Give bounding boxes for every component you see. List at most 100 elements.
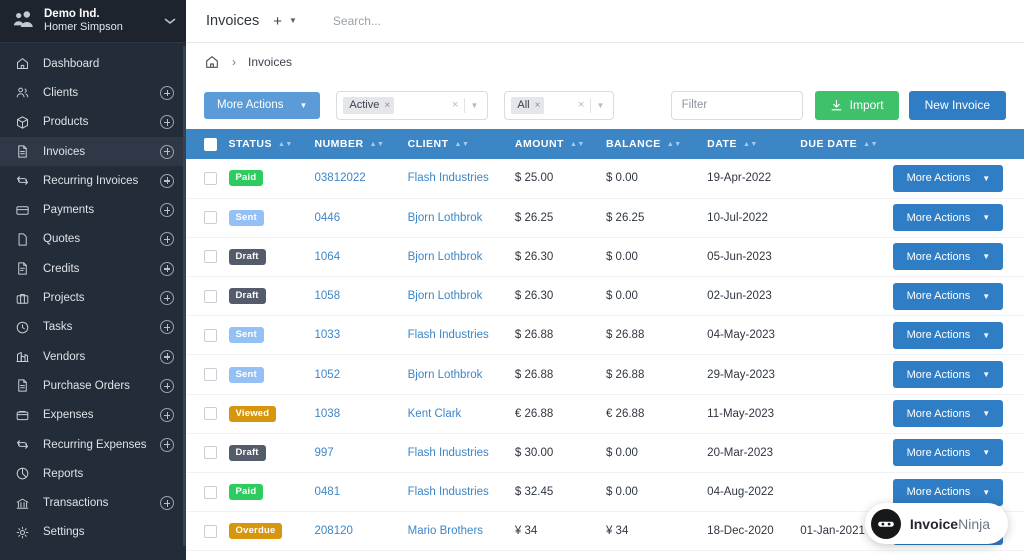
sort-icon[interactable]: ▲▼ bbox=[278, 141, 293, 148]
more-actions-button[interactable]: More Actions ▼ bbox=[204, 92, 320, 119]
import-button[interactable]: Import bbox=[815, 91, 899, 120]
row-more-actions-button[interactable]: More Actions▼ bbox=[893, 165, 1003, 192]
table-row[interactable]: Paid03812022Flash Industries$ 25.00$ 0.0… bbox=[186, 159, 1024, 198]
client-link[interactable]: Bjorn Lothbrok bbox=[408, 290, 483, 302]
row-checkbox[interactable] bbox=[204, 329, 217, 342]
status-filter-chip[interactable]: Active × bbox=[343, 97, 394, 114]
row-checkbox[interactable] bbox=[204, 368, 217, 381]
invoice-number-link[interactable]: 0446 bbox=[315, 212, 341, 224]
sidebar-account-switcher[interactable]: Demo Ind. Homer Simpson bbox=[0, 0, 186, 43]
sidebar-item-projects[interactable]: Projects bbox=[0, 283, 186, 312]
chevron-down-icon[interactable]: ▼ bbox=[289, 17, 297, 25]
column-header-number[interactable]: NUMBER▲▼ bbox=[315, 129, 408, 159]
row-checkbox[interactable] bbox=[204, 211, 217, 224]
sort-icon[interactable]: ▲▼ bbox=[570, 141, 585, 148]
plus-icon[interactable] bbox=[160, 496, 174, 510]
group-filter-chip[interactable]: All × bbox=[511, 97, 544, 114]
add-invoice-plus-icon[interactable]: + bbox=[273, 14, 282, 29]
filter-input[interactable] bbox=[671, 91, 803, 120]
home-icon[interactable] bbox=[204, 54, 220, 70]
row-more-actions-button[interactable]: More Actions▼ bbox=[893, 400, 1003, 427]
sidebar-item-purchase-orders[interactable]: Purchase Orders bbox=[0, 371, 186, 400]
invoice-number-link[interactable]: 997 bbox=[315, 447, 334, 459]
invoice-number-link[interactable]: 03812022 bbox=[315, 172, 366, 184]
chevron-down-icon[interactable]: ▼ bbox=[591, 101, 609, 110]
row-more-actions-button[interactable]: More Actions▼ bbox=[893, 361, 1003, 388]
chevron-down-icon[interactable] bbox=[164, 12, 178, 30]
sidebar-item-products[interactable]: Products bbox=[0, 108, 186, 137]
client-link[interactable]: Flash Industries bbox=[408, 329, 489, 341]
invoice-number-link[interactable]: 1052 bbox=[315, 369, 341, 381]
column-header-amount[interactable]: AMOUNT▲▼ bbox=[515, 129, 606, 159]
row-checkbox[interactable] bbox=[204, 407, 217, 420]
plus-icon[interactable] bbox=[160, 320, 174, 334]
client-link[interactable]: Flash Industries bbox=[408, 486, 489, 498]
invoice-number-link[interactable]: 208120 bbox=[315, 525, 353, 537]
client-link[interactable]: Kent Clark bbox=[408, 408, 462, 420]
sort-icon[interactable]: ▲▼ bbox=[667, 141, 682, 148]
column-header-balance[interactable]: BALANCE▲▼ bbox=[606, 129, 707, 159]
plus-icon[interactable] bbox=[160, 86, 174, 100]
sort-icon[interactable]: ▲▼ bbox=[863, 141, 878, 148]
plus-icon[interactable] bbox=[160, 115, 174, 129]
new-invoice-button[interactable]: New Invoice bbox=[909, 91, 1006, 120]
client-link[interactable]: Bjorn Lothbrok bbox=[408, 369, 483, 381]
row-more-actions-button[interactable]: More Actions▼ bbox=[893, 322, 1003, 349]
plus-icon[interactable] bbox=[160, 232, 174, 246]
plus-icon[interactable] bbox=[160, 408, 174, 422]
invoice-number-link[interactable]: 1033 bbox=[315, 329, 341, 341]
sort-icon[interactable]: ▲▼ bbox=[455, 141, 470, 148]
breadcrumb-current[interactable]: Invoices bbox=[248, 55, 292, 69]
sidebar-item-quotes[interactable]: Quotes bbox=[0, 225, 186, 254]
close-icon[interactable]: × bbox=[535, 100, 541, 111]
plus-icon[interactable] bbox=[160, 203, 174, 217]
column-header-status[interactable]: STATUS▲▼ bbox=[229, 129, 315, 159]
search-input[interactable] bbox=[333, 14, 593, 28]
client-link[interactable]: Mario Brothers bbox=[408, 525, 483, 537]
sidebar-item-payments[interactable]: Payments bbox=[0, 195, 186, 224]
status-filter-select[interactable]: Active × × ▼ bbox=[336, 91, 488, 120]
sidebar-item-reports[interactable]: Reports bbox=[0, 459, 186, 488]
sidebar-item-settings[interactable]: Settings bbox=[0, 518, 186, 547]
plus-icon[interactable] bbox=[160, 438, 174, 452]
sidebar-item-recurring-expenses[interactable]: Recurring Expenses bbox=[0, 430, 186, 459]
plus-icon[interactable] bbox=[160, 350, 174, 364]
table-row[interactable]: Draft997Flash Industries$ 30.00$ 0.0020-… bbox=[186, 433, 1024, 472]
plus-icon[interactable] bbox=[160, 262, 174, 276]
invoice-number-link[interactable]: 1038 bbox=[315, 408, 341, 420]
table-row[interactable]: Sent0446Bjorn Lothbrok$ 26.25$ 26.2510-J… bbox=[186, 198, 1024, 237]
sidebar-item-expenses[interactable]: Expenses bbox=[0, 401, 186, 430]
invoice-number-link[interactable]: 1058 bbox=[315, 290, 341, 302]
sidebar-item-vendors[interactable]: Vendors bbox=[0, 342, 186, 371]
client-link[interactable]: Flash Industries bbox=[408, 172, 489, 184]
invoice-number-link[interactable]: 0481 bbox=[315, 486, 341, 498]
column-header-client[interactable]: CLIENT▲▼ bbox=[408, 129, 515, 159]
sidebar-item-dashboard[interactable]: Dashboard bbox=[0, 49, 186, 78]
row-more-actions-button[interactable]: More Actions▼ bbox=[893, 479, 1003, 506]
invoiceninja-chat-widget[interactable]: InvoiceNinja bbox=[865, 503, 1008, 544]
sort-icon[interactable]: ▲▼ bbox=[743, 141, 758, 148]
chevron-down-icon[interactable]: ▼ bbox=[465, 101, 483, 110]
row-more-actions-button[interactable]: More Actions▼ bbox=[893, 439, 1003, 466]
table-row[interactable]: Sent1033Flash Industries$ 26.88$ 26.8804… bbox=[186, 316, 1024, 355]
sidebar-item-tasks[interactable]: Tasks bbox=[0, 313, 186, 342]
clear-icon[interactable]: × bbox=[446, 99, 464, 111]
row-checkbox[interactable] bbox=[204, 486, 217, 499]
clear-icon[interactable]: × bbox=[572, 99, 590, 111]
sort-icon[interactable]: ▲▼ bbox=[370, 141, 385, 148]
table-row[interactable]: Draft1058Bjorn Lothbrok$ 26.30$ 0.0002-J… bbox=[186, 277, 1024, 316]
sidebar-item-clients[interactable]: Clients bbox=[0, 78, 186, 107]
row-more-actions-button[interactable]: More Actions▼ bbox=[893, 243, 1003, 270]
sidebar-item-credits[interactable]: Credits bbox=[0, 254, 186, 283]
client-link[interactable]: Flash Industries bbox=[408, 447, 489, 459]
table-row[interactable]: Viewed1038Kent Clark€ 26.88€ 26.8811-May… bbox=[186, 394, 1024, 433]
column-header-due-date[interactable]: DUE DATE▲▼ bbox=[800, 129, 893, 159]
row-checkbox[interactable] bbox=[204, 250, 217, 263]
table-row[interactable]: Sent1052Bjorn Lothbrok$ 26.88$ 26.8829-M… bbox=[186, 355, 1024, 394]
row-checkbox[interactable] bbox=[204, 525, 217, 538]
table-row[interactable]: Draft1064Bjorn Lothbrok$ 26.30$ 0.0005-J… bbox=[186, 237, 1024, 276]
row-checkbox[interactable] bbox=[204, 172, 217, 185]
row-checkbox[interactable] bbox=[204, 290, 217, 303]
select-all-checkbox[interactable] bbox=[204, 138, 217, 151]
sidebar-item-invoices[interactable]: Invoices bbox=[0, 137, 186, 166]
